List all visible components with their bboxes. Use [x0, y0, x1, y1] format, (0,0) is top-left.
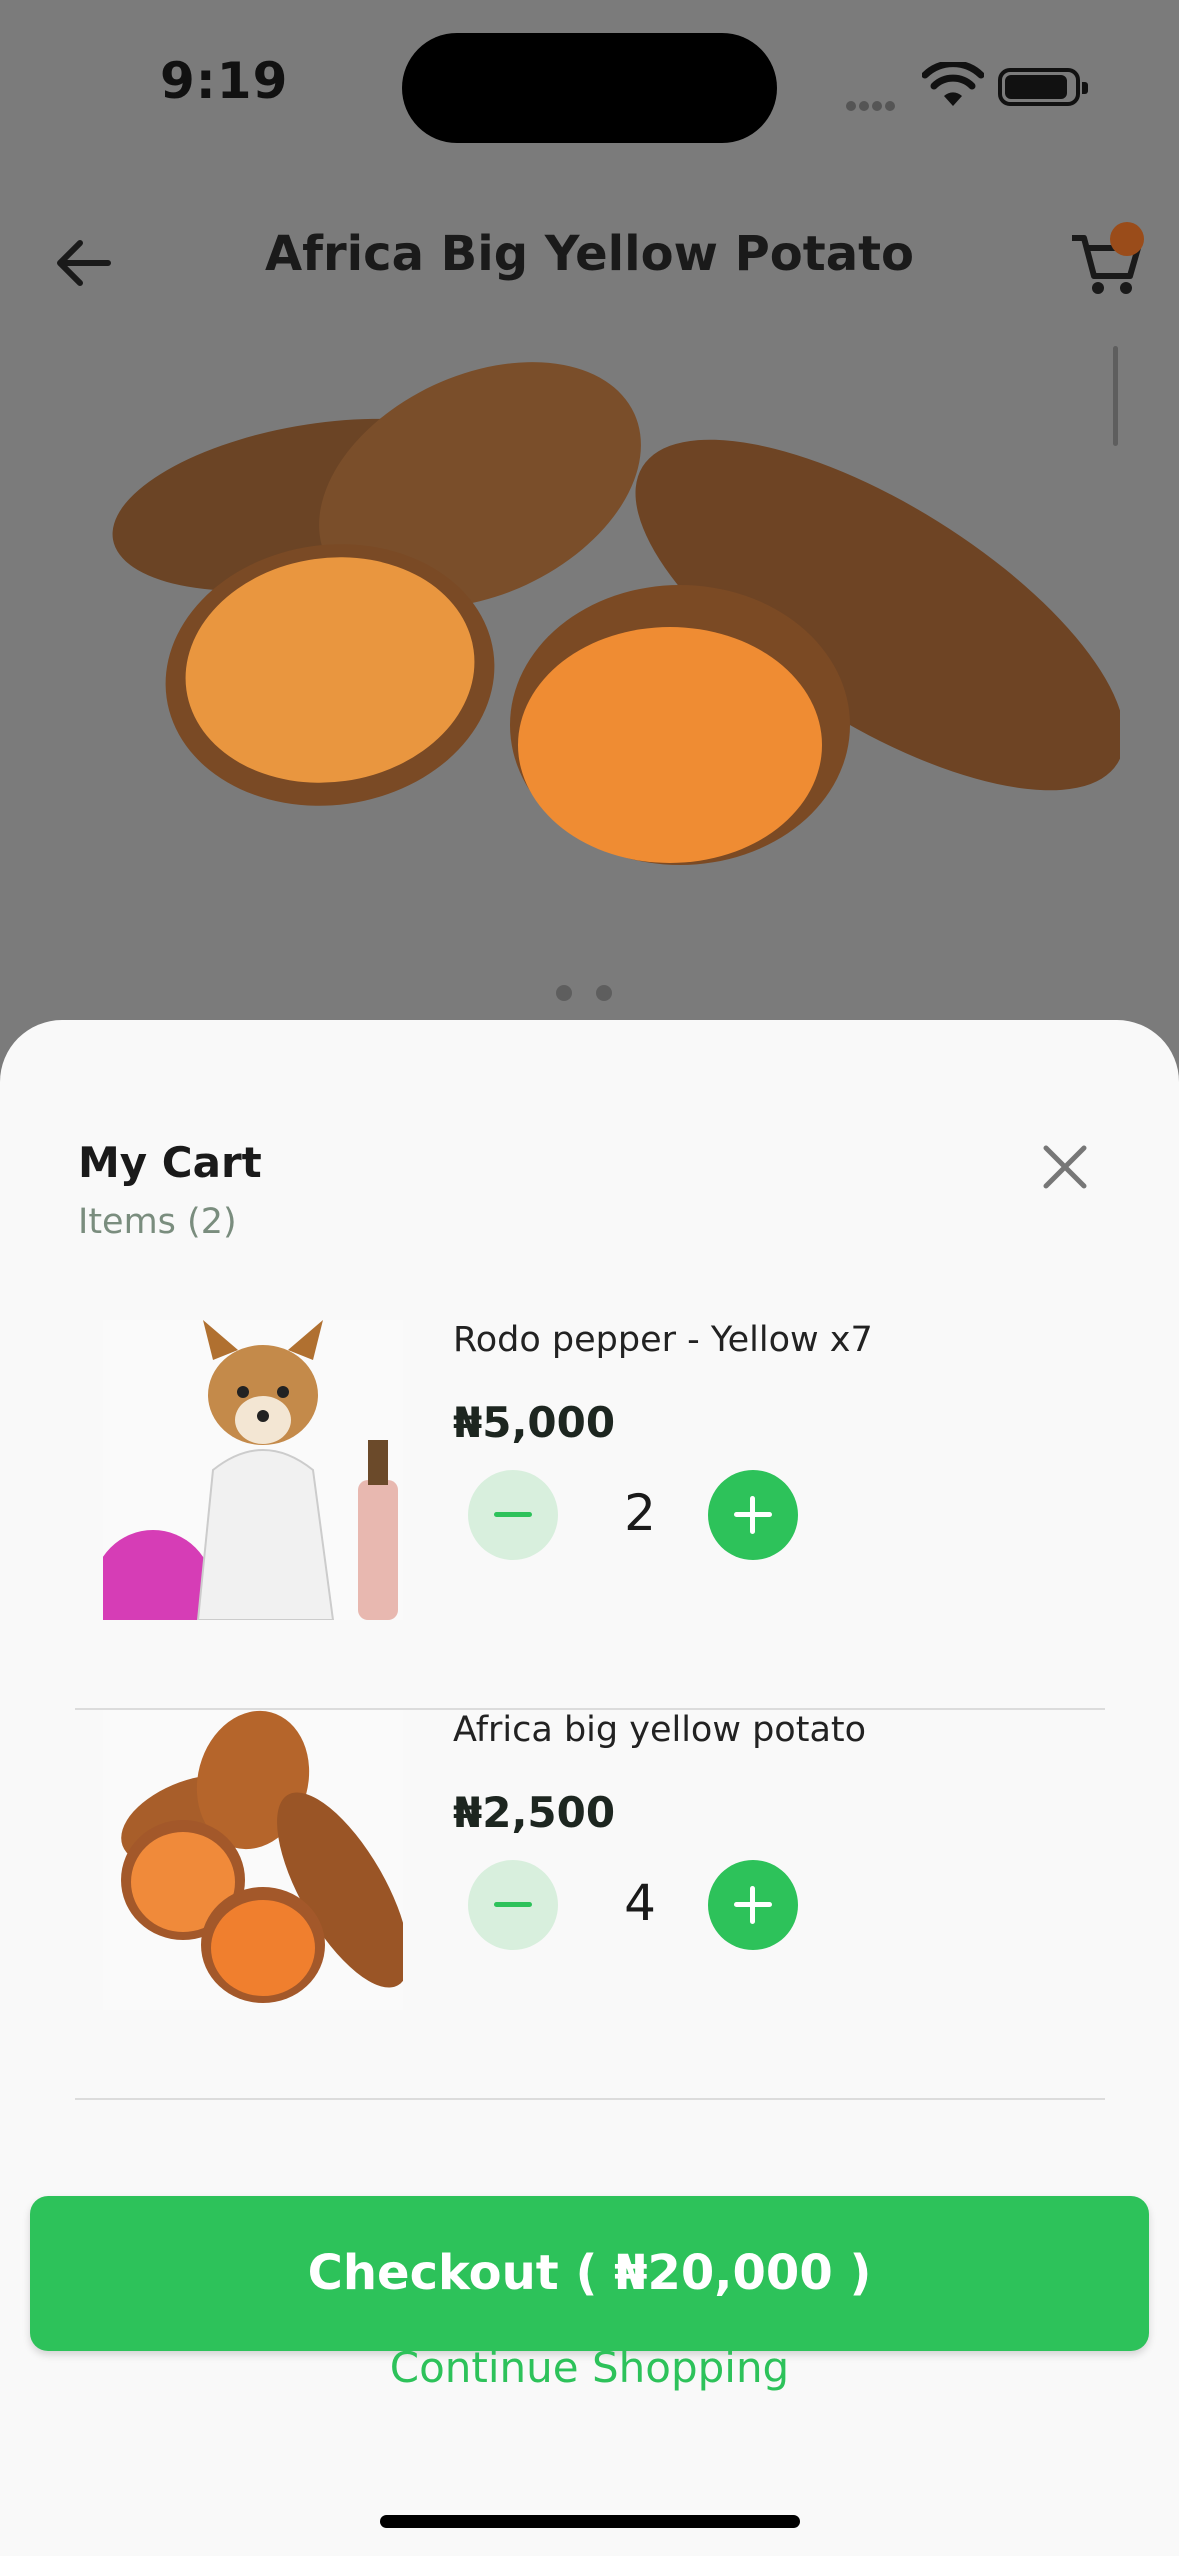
- battery-icon: [998, 68, 1088, 106]
- item-quantity: 2: [624, 1484, 656, 1542]
- product-thumbnail: [103, 1710, 403, 2010]
- item-name: Rodo pepper - Yellow x7: [453, 1320, 873, 1360]
- increase-quantity-button[interactable]: [708, 1860, 798, 1950]
- cart-item: Rodo pepper - Yellow x7 ₦5,000 2: [75, 1320, 1105, 1710]
- checkout-button[interactable]: Checkout ( ₦20,000 ): [30, 2196, 1149, 2351]
- decrease-quantity-button[interactable]: [468, 1860, 558, 1950]
- item-quantity: 4: [624, 1874, 656, 1932]
- screen: 9:19 Africa Big Yellow Potato My Cart It…: [0, 0, 1179, 2556]
- cart-items-count: Items (2): [78, 1202, 237, 1242]
- item-name: Africa big yellow potato: [453, 1710, 867, 1750]
- carousel-dots: [556, 985, 636, 1005]
- dynamic-island: [402, 33, 777, 143]
- product-thumbnail: [103, 1320, 403, 1620]
- continue-shopping-link[interactable]: Continue Shopping: [0, 2343, 1179, 2392]
- cart-badge: [1110, 222, 1144, 256]
- status-time: 9:19: [160, 52, 289, 110]
- decrease-quantity-button[interactable]: [468, 1470, 558, 1560]
- increase-quantity-button[interactable]: [708, 1470, 798, 1560]
- cart-item: Africa big yellow potato ₦2,500 4: [75, 1710, 1105, 2100]
- wifi-icon: [922, 62, 984, 106]
- product-image: [112, 362, 1120, 865]
- close-icon[interactable]: [1040, 1142, 1090, 1192]
- item-price: ₦2,500: [453, 1788, 616, 1837]
- signal-icon: [846, 96, 908, 111]
- page-title: Africa Big Yellow Potato: [264, 226, 915, 282]
- home-indicator[interactable]: [380, 2515, 800, 2528]
- item-price: ₦5,000: [453, 1398, 616, 1447]
- cart-sheet: My Cart Items (2) Rodo pepper - Yellow x…: [0, 1020, 1179, 2556]
- cart-title: My Cart: [78, 1138, 262, 1187]
